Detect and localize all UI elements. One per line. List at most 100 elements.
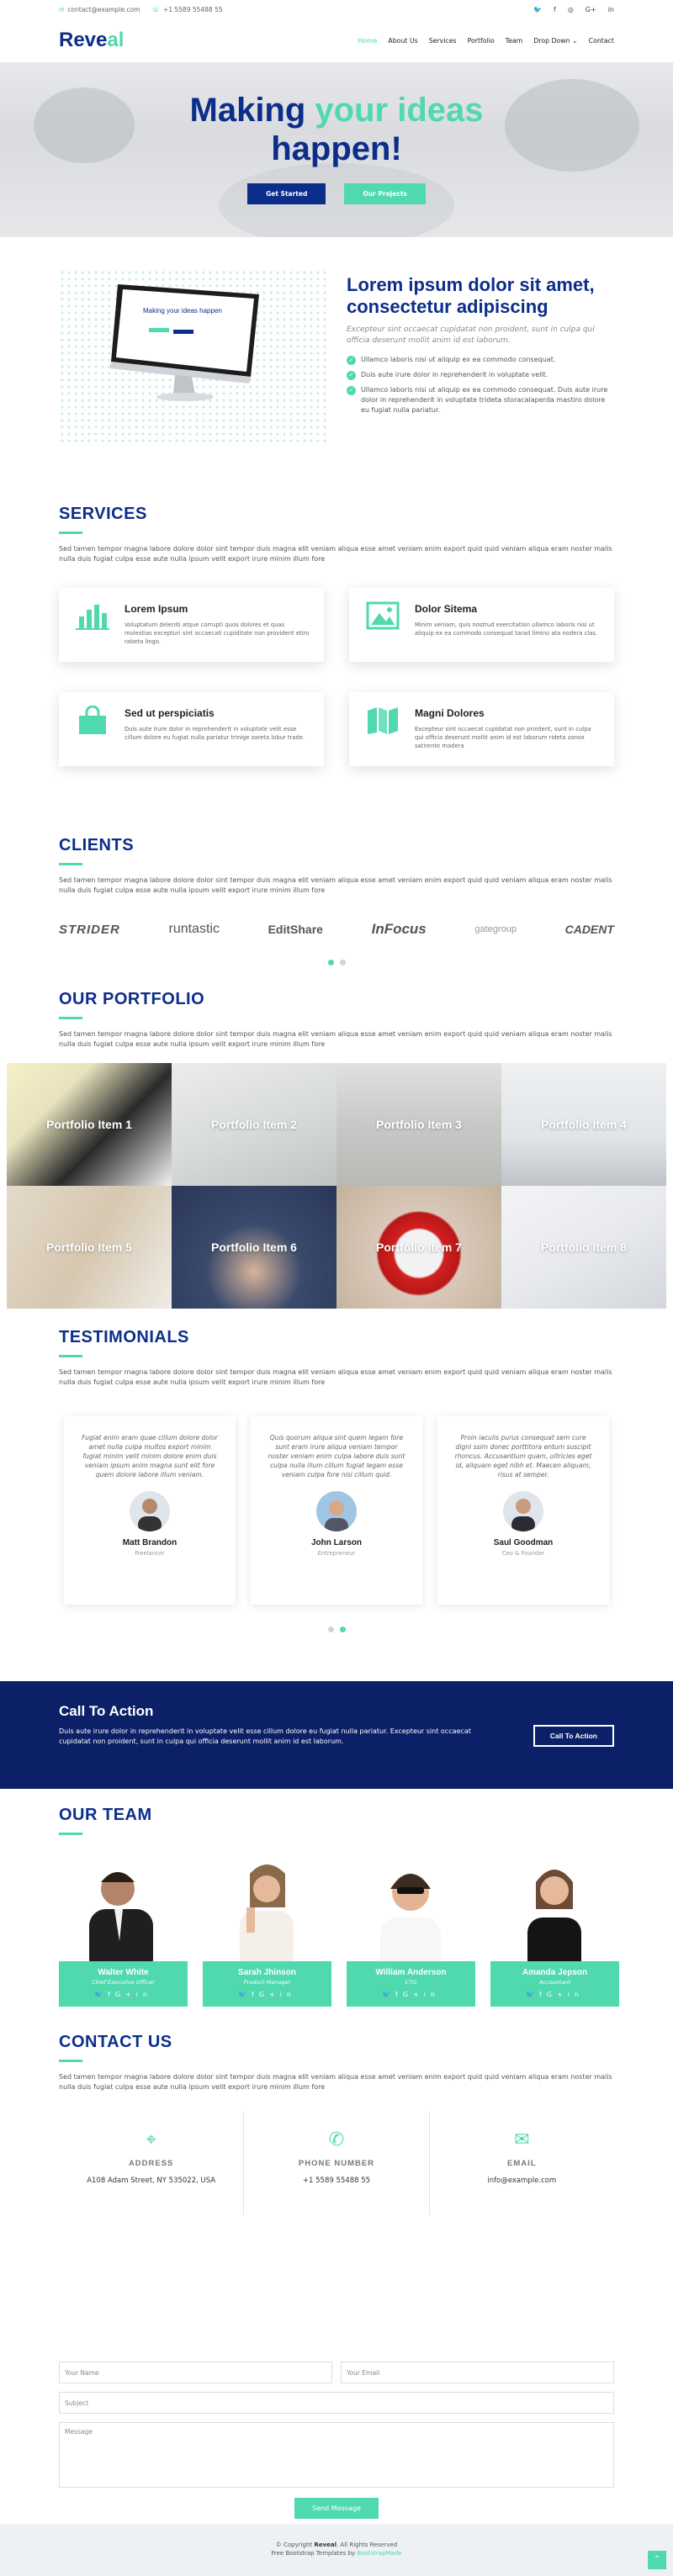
message-field[interactable]: Message	[59, 2422, 614, 2488]
service-card[interactable]: Magni Dolores Excepteur sint occaecat cup…	[349, 692, 614, 766]
testimonial-name: Saul Goodman	[493, 1538, 554, 1547]
nav-home[interactable]: Home	[358, 37, 377, 45]
nav-contact[interactable]: Contact	[589, 37, 614, 45]
linkedin-icon[interactable]: in	[136, 1991, 152, 1998]
avatar	[130, 1491, 170, 1531]
nav-dropdown[interactable]: Drop Down ⌄	[533, 37, 577, 45]
facebook-icon[interactable]: f	[554, 6, 556, 13]
email-field[interactable]: Your Email	[341, 2362, 614, 2383]
credits: Free Bootstrap Templates by BootstrapMad…	[271, 2550, 402, 2557]
twitter-icon[interactable]: 🐦	[526, 1991, 539, 1998]
google-plus-icon[interactable]: G+	[259, 1991, 280, 1998]
credit-link[interactable]: BootstrapMade	[357, 2550, 401, 2557]
portfolio-item[interactable]: Portfolio Item 3	[336, 1063, 501, 1186]
service-card[interactable]: Sed ut perspiciatis Duis aute irure dolor…	[59, 692, 324, 766]
service-title: Magni Dolores	[415, 707, 485, 719]
portfolio-section: OUR PORTFOLIO Sed tamen tempor magna lab…	[0, 990, 673, 1328]
instagram-icon[interactable]: ◎	[568, 6, 574, 13]
service-card[interactable]: Lorem Ipsum Voluptatum deleniti atque cor…	[59, 588, 324, 662]
avatar	[503, 1491, 543, 1531]
our-projects-button[interactable]: Our Projects	[344, 183, 426, 204]
nav-about[interactable]: About Us	[388, 37, 417, 45]
portfolio-item[interactable]: Portfolio Item 5	[7, 1186, 172, 1309]
send-message-button[interactable]: Send Message	[294, 2498, 379, 2519]
title-underline	[59, 863, 82, 865]
member-role: Chief Executive Officer	[92, 1979, 155, 1986]
testimonial-card: Quis quorum aliqua sint quem legam fore …	[251, 1416, 422, 1605]
linkedin-icon[interactable]: in	[568, 1991, 584, 1998]
get-started-button[interactable]: Get Started	[247, 183, 326, 204]
title-underline	[59, 1017, 82, 1019]
carousel-dot[interactable]	[327, 960, 334, 965]
linkedin-icon[interactable]: in	[608, 6, 614, 13]
nav-portfolio[interactable]: Portfolio	[468, 37, 495, 45]
google-plus-icon[interactable]: G+	[586, 6, 596, 13]
service-text: Excepteur sint occaecat cupidatat non pr…	[415, 726, 591, 749]
section-title: CLIENTS	[59, 836, 135, 854]
member-social: 🐦fG+in	[347, 1991, 475, 1998]
twitter-icon[interactable]: 🐦	[238, 1991, 252, 1998]
twitter-icon[interactable]: 🐦	[382, 1991, 395, 1998]
phone-icon: ☏	[151, 5, 160, 13]
section-title: OUR PORTFOLIO	[59, 990, 205, 1008]
portfolio-item[interactable]: Portfolio Item 1	[7, 1063, 172, 1186]
linkedin-icon[interactable]: in	[280, 1991, 296, 1998]
facebook-icon[interactable]: f	[395, 1991, 403, 1998]
twitter-icon[interactable]: 🐦	[533, 6, 542, 13]
facebook-icon[interactable]: f	[539, 1991, 547, 1998]
carousel-dot[interactable]	[339, 960, 346, 965]
portfolio-item[interactable]: Portfolio Item 6	[172, 1186, 336, 1309]
member-name: William Anderson	[375, 1968, 447, 1977]
portfolio-item[interactable]: Portfolio Item 7	[336, 1186, 501, 1309]
carousel-dots	[59, 1627, 614, 1632]
back-to-top-button[interactable]: ⌃	[648, 2551, 666, 2569]
google-plus-icon[interactable]: G+	[115, 1991, 136, 1998]
subject-field[interactable]: Subject	[59, 2392, 614, 2414]
member-photo	[59, 1857, 188, 1966]
member-photo	[347, 1857, 475, 1966]
portfolio-item[interactable]: Portfolio Item 2	[172, 1063, 336, 1186]
cta-title: Call To Action	[59, 1703, 154, 1719]
team-member: William Anderson CTO 🐦fG+in	[347, 1857, 475, 2007]
member-name: Walter White	[98, 1968, 149, 1977]
facebook-icon[interactable]: f	[108, 1991, 115, 1998]
title-underline	[59, 532, 82, 534]
carousel-dot[interactable]	[339, 1627, 346, 1632]
team-member: Sarah Jhinson Product Manager 🐦fG+in	[203, 1857, 331, 2007]
client-logo: EditShare	[268, 923, 323, 936]
logo[interactable]: Reveal	[59, 29, 124, 52]
testimonial-quote: Fugiat enim eram quae cillum dolore dolo…	[82, 1434, 218, 1478]
google-plus-icon[interactable]: G+	[547, 1991, 568, 1998]
carousel-dots	[59, 960, 614, 965]
portfolio-item[interactable]: Portfolio Item 4	[501, 1063, 666, 1186]
portfolio-item[interactable]: Portfolio Item 8	[501, 1186, 666, 1309]
name-field[interactable]: Your Name	[59, 2362, 332, 2383]
check-icon: ✓	[347, 386, 356, 395]
service-card[interactable]: Dolor Sitema Minim veniam, quis nostrud e…	[349, 588, 614, 662]
cta-text: Duis aute irure dolor in reprehenderit i…	[59, 1727, 471, 1745]
contact-email: ✉ EMAIL info@example.com	[428, 2111, 614, 2215]
facebook-icon[interactable]: f	[252, 1991, 259, 1998]
member-photo	[490, 1857, 619, 1966]
topbar: ✉ contact@example.com ☏ +1 5589 55488 55 🐦…	[0, 0, 673, 19]
member-social: 🐦fG+in	[490, 1991, 619, 1998]
google-plus-icon[interactable]: G+	[403, 1991, 424, 1998]
nav-team[interactable]: Team	[506, 37, 523, 45]
contact-form: Your Name Your Email Subject Message Sen…	[59, 2362, 614, 2519]
topbar-email[interactable]: ✉ contact@example.com	[59, 6, 140, 13]
service-title: Lorem Ipsum	[125, 603, 188, 615]
nav-services[interactable]: Services	[429, 37, 457, 45]
phone-icon: ✆	[328, 2129, 345, 2150]
about-lead: Excepteur sint occaecat cupidatat non pr…	[347, 325, 595, 345]
twitter-icon[interactable]: 🐦	[94, 1991, 108, 1998]
cta-button[interactable]: Call To Action	[533, 1725, 614, 1747]
testimonial-quote: Quis quorum aliqua sint quem legam fore …	[268, 1434, 405, 1478]
hero: Making your ideas happen! Get Started Our…	[0, 62, 673, 237]
carousel-dot[interactable]	[327, 1627, 334, 1632]
testimonial-card: Proin iaculis purus consequat sem cure d…	[437, 1416, 609, 1605]
testimonial-card: Fugiat enim eram quae cillum dolore dolo…	[64, 1416, 236, 1605]
member-role: Accountant	[538, 1979, 570, 1986]
bar-chart-icon	[76, 601, 109, 662]
section-title: OUR TEAM	[59, 1806, 152, 1824]
linkedin-icon[interactable]: in	[424, 1991, 440, 1998]
